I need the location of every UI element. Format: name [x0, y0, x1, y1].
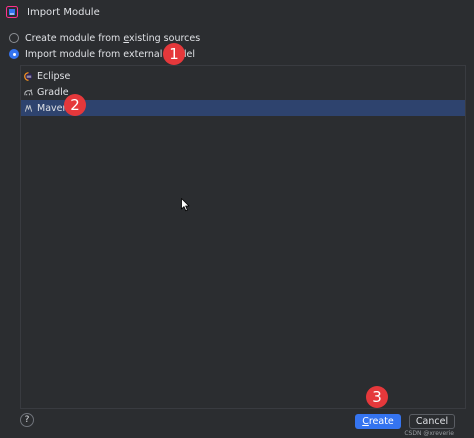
annotation-badge-3: 3 — [366, 386, 388, 408]
list-item-label: Gradle — [37, 86, 69, 98]
maven-icon — [24, 104, 33, 112]
annotation-badge-1: 1 — [163, 43, 185, 65]
radio-button-import[interactable] — [9, 49, 19, 59]
annotation-badge-2: 2 — [64, 94, 86, 116]
create-button[interactable]: Create — [355, 414, 401, 429]
cancel-button[interactable]: Cancel — [409, 414, 455, 429]
list-item-label: Eclipse — [37, 70, 71, 82]
window-title: Import Module — [27, 7, 100, 18]
gradle-icon — [24, 89, 33, 95]
mouse-cursor-icon — [181, 198, 190, 212]
list-item-maven[interactable]: Maven — [21, 100, 465, 116]
watermark: CSDN @xreverie — [404, 430, 454, 437]
radio-button-existing[interactable] — [9, 33, 19, 43]
title-bar: Import Module — [0, 0, 474, 25]
help-button[interactable]: ? — [20, 413, 34, 427]
intellij-app-icon — [6, 6, 18, 18]
list-item-gradle[interactable]: Gradle — [21, 84, 465, 100]
external-model-list: Eclipse Gradle Maven — [20, 65, 466, 409]
radio-label-existing: Create module from existing sources — [25, 32, 201, 44]
eclipse-icon — [24, 71, 33, 81]
list-item-eclipse[interactable]: Eclipse — [21, 68, 465, 84]
